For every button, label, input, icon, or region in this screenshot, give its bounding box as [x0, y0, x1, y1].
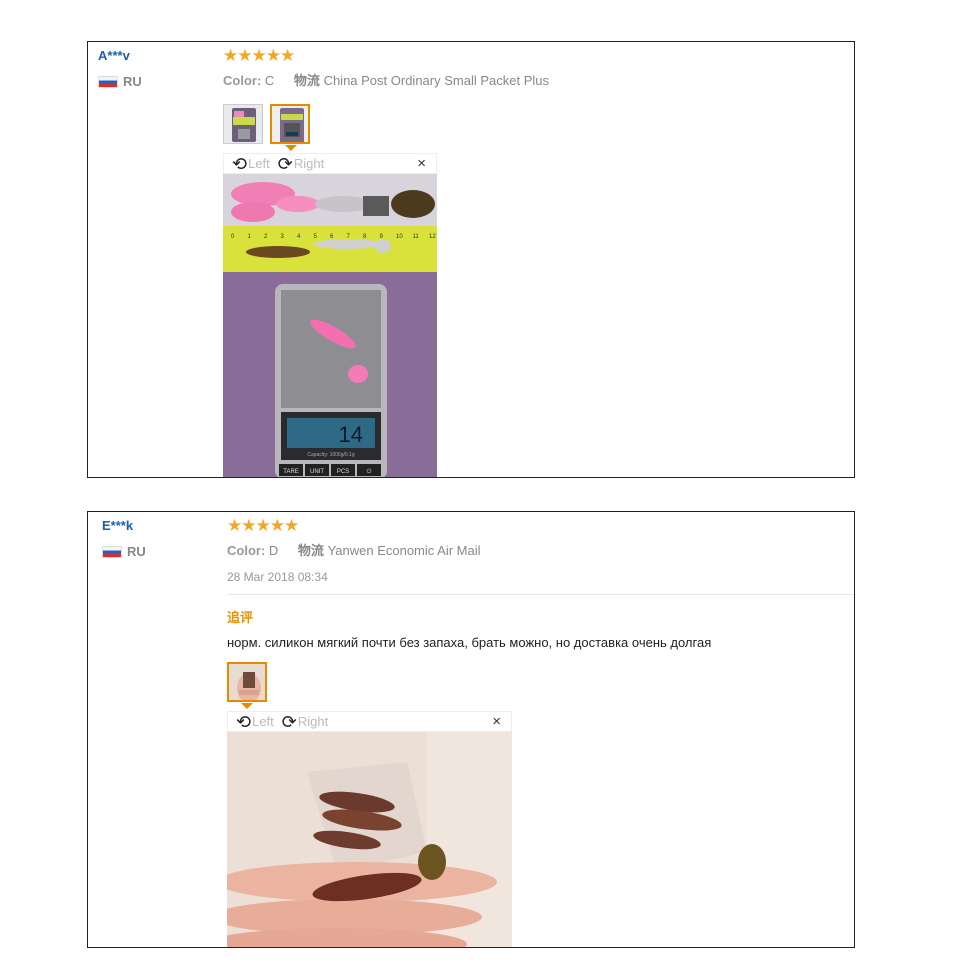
order-info: Color: C 物流 China Post Ordinary Small Pa…	[223, 70, 549, 89]
scale-capacity: Capacity: 1000g/0.1g	[307, 452, 354, 458]
rotate-left-label: Left	[252, 714, 274, 729]
close-icon[interactable]: ×	[417, 155, 426, 172]
divider	[227, 594, 854, 595]
rotate-right-label: Right	[297, 714, 329, 729]
review-text: норм. силикон мягкий почти без запаха, б…	[227, 635, 712, 650]
rotate-right-label: Right	[293, 156, 325, 171]
flag-icon	[98, 75, 118, 88]
photo-thumbnail-selected[interactable]	[270, 104, 310, 144]
rotate-left-icon: ⟲	[236, 711, 252, 732]
flag-icon	[102, 545, 122, 558]
photo-viewer-toolbar: ⟲ Left ⟳ Right ×	[227, 711, 512, 732]
follow-up-label: 追评	[227, 610, 254, 625]
shipping-value: China Post Ordinary Small Packet Plus	[323, 73, 549, 88]
scale-reading: 14	[339, 422, 363, 447]
scale-button-label: UNIT	[310, 469, 324, 475]
rotate-right-icon: ⟳	[277, 153, 293, 174]
close-icon[interactable]: ×	[492, 713, 501, 730]
rotate-left-button[interactable]: ⟲ Left	[236, 711, 274, 732]
shipping-label: 物流	[293, 73, 320, 88]
rotate-right-button[interactable]: ⟳ Right	[281, 711, 329, 732]
rotate-left-icon: ⟲	[232, 153, 248, 174]
star-rating: ★★★★★	[227, 516, 299, 535]
rotate-right-button[interactable]: ⟳ Right	[277, 153, 325, 174]
shipping-label: 物流	[297, 543, 324, 558]
scale-button-label: PCS	[337, 469, 349, 475]
scale-button-label: TARE	[283, 469, 299, 475]
review-card: E***k RU ★★★★★ Color: D 物流 Yanwen Econom…	[87, 511, 855, 948]
rotate-left-label: Left	[248, 156, 270, 171]
ruler-number: 10	[396, 234, 403, 240]
selected-indicator	[285, 145, 297, 151]
review-date: 28 Mar 2018 08:34	[227, 570, 328, 584]
color-value: D	[268, 543, 279, 558]
review-photo[interactable]	[227, 732, 512, 947]
color-label: Color:	[223, 73, 262, 88]
shipping-value: Yanwen Economic Air Mail	[327, 543, 481, 558]
rotate-right-icon: ⟳	[281, 711, 297, 732]
ruler-number: 12	[429, 234, 436, 240]
reviewer-country: RU	[98, 74, 142, 89]
country-code: RU	[123, 74, 142, 89]
country-code: RU	[127, 544, 146, 559]
star-rating: ★★★★★	[223, 46, 295, 65]
selected-indicator	[241, 703, 253, 709]
photo-thumbnail-selected[interactable]	[227, 662, 267, 702]
photo-viewer-toolbar: ⟲ Left ⟳ Right ×	[223, 153, 437, 174]
scale-button-label: ⏻	[367, 468, 372, 475]
reviewer-name[interactable]: E***k	[102, 518, 133, 533]
ruler-number: 11	[413, 234, 420, 240]
reviewer-country: RU	[102, 544, 146, 559]
rotate-left-button[interactable]: ⟲ Left	[232, 153, 270, 174]
color-value: C	[264, 73, 275, 88]
review-photo[interactable]: 0 1 2 3 4 5 6 7 8 9 10 11 12 14 Capacity: 1000g/0.1g…	[223, 174, 437, 477]
order-info: Color: D 物流 Yanwen Economic Air Mail	[227, 540, 481, 559]
review-card: A***v RU ★★★★★ Color: C 物流 China Post Or…	[87, 41, 855, 478]
color-label: Color:	[227, 543, 266, 558]
photo-thumbnail[interactable]	[223, 104, 263, 144]
reviewer-name[interactable]: A***v	[98, 48, 130, 63]
